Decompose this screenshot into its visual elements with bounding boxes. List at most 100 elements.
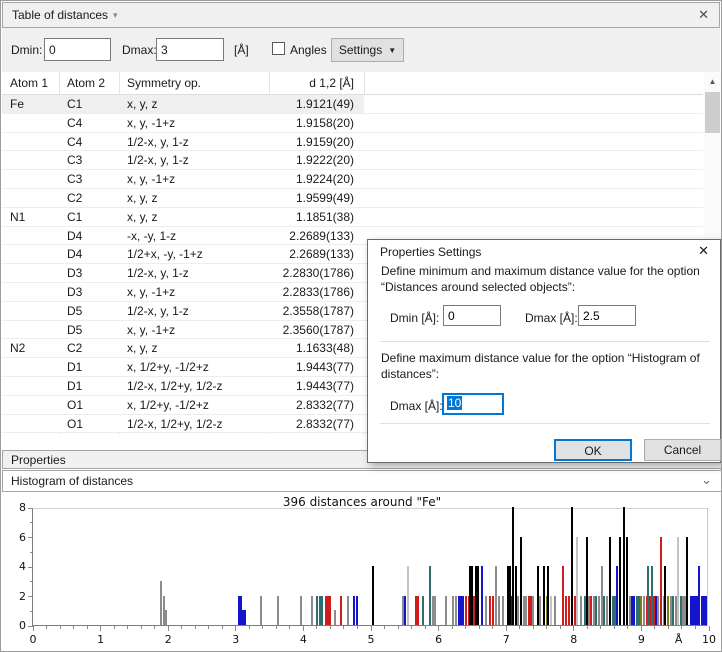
x-major-tick: [235, 626, 236, 631]
col-header-symmetry[interactable]: Symmetry op.: [127, 76, 201, 90]
table-row[interactable]: C31/2-x, y, 1-z1.9222(20): [2, 151, 703, 170]
histogram-spike: [520, 537, 522, 626]
plot-top-border: [33, 508, 709, 509]
x-tick-label: 10: [697, 633, 721, 646]
table-row[interactable]: C4x, y, -1+z1.9158(20): [2, 114, 703, 133]
panel-title: Table of distances: [12, 8, 108, 22]
table-cell: O1: [67, 417, 83, 431]
y-major-tick: [28, 537, 33, 538]
table-cell: x, y, -1+z: [127, 323, 175, 337]
table-cell: x, 1/2+y, -1/2+z: [127, 398, 209, 412]
chart-title: 396 distances around "Fe": [2, 495, 722, 509]
dialog-histogram-dmax-input[interactable]: 10: [442, 393, 504, 415]
histogram-spike: [481, 566, 483, 625]
histogram-spike: [576, 537, 578, 626]
table-cell: C4: [67, 116, 82, 130]
col-header-atom2[interactable]: Atom 2: [67, 76, 105, 90]
table-cell: x, y, z: [127, 97, 157, 111]
histogram-spike: [565, 596, 567, 626]
ok-button[interactable]: OK: [554, 439, 632, 461]
table-cell: -x, -y, 1-z: [127, 229, 176, 243]
y-tick-label: 2: [4, 590, 26, 603]
x-major-tick: [371, 626, 372, 631]
properties-mode-select[interactable]: Histogram of distances ⌄: [2, 470, 722, 492]
angstrom-unit-label: [Å]: [234, 43, 249, 57]
table-cell: 2.8332(77): [269, 417, 359, 431]
x-minor-tick: [316, 626, 317, 629]
table-cell: 1/2-x, y, 1-z: [127, 304, 189, 318]
x-minor-tick: [546, 626, 547, 629]
table-cell: x, y, -1+z: [127, 285, 175, 299]
x-minor-tick: [114, 626, 115, 629]
histogram-spike: [616, 566, 618, 625]
x-minor-tick: [492, 626, 493, 629]
histogram-spike: [347, 596, 349, 626]
x-minor-tick: [289, 626, 290, 629]
dmax-input[interactable]: [156, 38, 224, 61]
dialog-close-icon[interactable]: ✕: [698, 243, 709, 259]
x-minor-tick: [384, 626, 385, 629]
dialog-section1-text-line2: “Distances around selected objects”:: [381, 280, 575, 294]
histogram-spike: [664, 566, 666, 625]
x-minor-tick: [222, 626, 223, 629]
histogram-spike: [429, 566, 431, 625]
y-major-tick: [28, 567, 33, 568]
close-icon[interactable]: ✕: [698, 7, 709, 23]
table-cell: 1.9599(49): [269, 191, 359, 205]
dmin-input[interactable]: [44, 38, 111, 61]
table-cell: C1: [67, 97, 82, 111]
table-row[interactable]: C2x, y, z1.9599(49): [2, 189, 703, 208]
histogram-spike: [485, 596, 487, 626]
y-major-tick: [28, 626, 33, 627]
histogram-spike: [660, 537, 662, 626]
chevron-down-icon: ⌄: [701, 472, 712, 488]
histogram-spike: [321, 596, 323, 626]
x-minor-tick: [681, 626, 682, 629]
table-row[interactable]: FeC1x, y, z1.9121(49): [2, 95, 703, 114]
dialog-dmin-input[interactable]: [443, 305, 501, 326]
x-major-tick: [709, 626, 710, 631]
histogram-spike: [568, 596, 570, 626]
settings-button[interactable]: Settings▼: [331, 38, 404, 62]
histogram-spike: [619, 537, 621, 626]
dmax-label: Dmax:: [122, 43, 157, 57]
col-header-distance[interactable]: d 1,2 [Å]: [269, 76, 359, 90]
table-row[interactable]: C3x, y, -1+z1.9224(20): [2, 170, 703, 189]
scrollbar-thumb[interactable]: [705, 92, 720, 133]
histogram-spike: [677, 537, 679, 626]
histogram-spike: [623, 507, 625, 625]
histogram-spike: [277, 596, 279, 626]
x-tick-label: 8: [562, 633, 586, 646]
table-row[interactable]: C41/2-x, y, 1-z1.9159(20): [2, 133, 703, 152]
cancel-button[interactable]: Cancel: [644, 439, 721, 461]
table-cell: 1/2-x, y, 1-z: [127, 135, 189, 149]
y-tick-label: 4: [4, 560, 26, 573]
angles-checkbox[interactable]: [272, 42, 285, 55]
histogram-spike: [356, 596, 358, 626]
x-minor-tick: [60, 626, 61, 629]
table-row[interactable]: N1C1x, y, z1.1851(38): [2, 208, 703, 227]
histogram-spike: [477, 566, 479, 625]
table-cell: D1: [67, 360, 82, 374]
histogram-spike: [657, 596, 659, 626]
scrollbar-up-icon[interactable]: ▲: [704, 74, 721, 90]
x-major-tick: [168, 626, 169, 631]
x-minor-tick: [127, 626, 128, 629]
table-cell: 1/2-x, 1/2+y, 1/2-z: [127, 379, 223, 393]
properties-title: Properties: [11, 453, 66, 467]
table-cell: 2.8332(77): [269, 398, 359, 412]
histogram-spike: [698, 566, 700, 625]
col-header-atom1[interactable]: Atom 1: [10, 76, 48, 90]
dmin-label: Dmin:: [11, 43, 42, 57]
x-tick-label: 3: [224, 633, 248, 646]
dialog-dmax-input[interactable]: [578, 305, 636, 326]
table-cell: x, y, -1+z: [127, 116, 175, 130]
histogram-spike: [329, 596, 331, 626]
x-minor-tick: [411, 626, 412, 629]
x-minor-tick: [343, 626, 344, 629]
histogram-spike: [465, 596, 467, 626]
x-tick-label: 7: [494, 633, 518, 646]
histogram-spike: [530, 596, 532, 626]
table-cell: D4: [67, 247, 82, 261]
caret-down-icon[interactable]: ▾: [113, 11, 118, 20]
